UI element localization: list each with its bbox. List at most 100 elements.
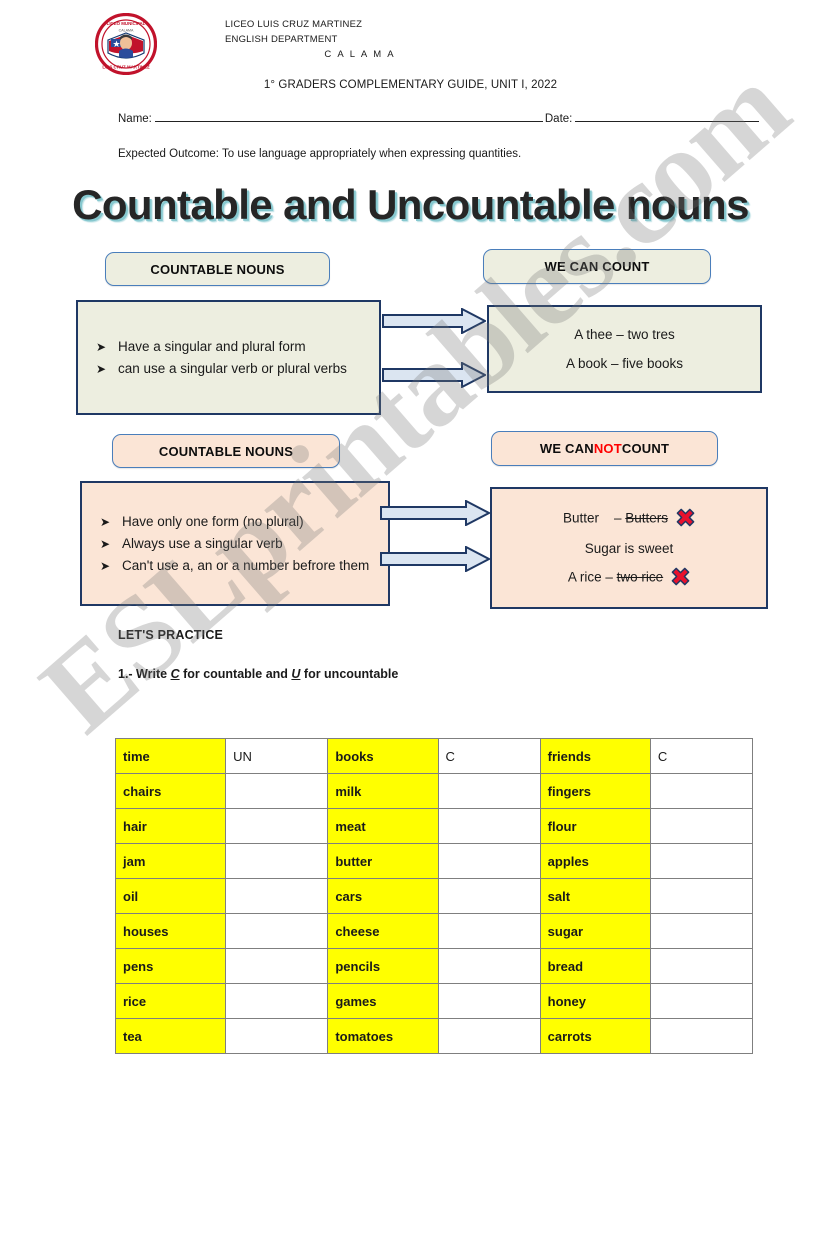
noun-cell: houses (114, 913, 227, 949)
countable-rules-list: ➤ Have a singular and plural form ➤ can … (78, 336, 379, 380)
noun-cell: pencils (327, 948, 439, 984)
noun-cell: tea (114, 1018, 227, 1054)
bullet-arrow-icon: ➤ (100, 514, 111, 529)
pill-countable-nouns-1: COUNTABLE NOUNS (105, 252, 330, 286)
date-input[interactable] (575, 110, 760, 122)
noun-cell: butter (327, 843, 439, 879)
bullet-arrow-icon: ➤ (100, 558, 111, 573)
practice-heading: LET'S PRACTICE (118, 628, 224, 642)
noun-cell: jam (114, 843, 227, 879)
countable-examples-list: A thee – two tres A book – five books (489, 327, 760, 371)
right-arrow-icon (382, 361, 488, 393)
noun-cell: fingers (539, 773, 651, 809)
pill-countable-nouns-2: COUNTABLE NOUNS (112, 434, 340, 468)
noun-cell: time (114, 738, 227, 774)
noun-cell: salt (539, 878, 651, 914)
answer-cell[interactable] (225, 808, 329, 844)
answer-cell[interactable] (437, 843, 541, 879)
answer-cell[interactable] (225, 773, 329, 809)
table-row: rice games honey (114, 983, 754, 1019)
guide-title: 1° GRADERS COMPLEMENTARY GUIDE, UNIT I, … (263, 79, 558, 91)
answer-cell[interactable] (437, 773, 541, 809)
name-date-row: Name: Date: (118, 110, 760, 125)
pill-label-emphasis: NOT (593, 441, 622, 456)
answer-cell[interactable] (649, 808, 754, 844)
noun-cell: cheese (327, 913, 439, 949)
noun-cell: tomatoes (327, 1018, 439, 1054)
noun-cell: hair (114, 808, 227, 844)
answer-cell[interactable] (649, 948, 754, 984)
right-arrow-icon (382, 307, 488, 339)
pill-label: COUNTABLE NOUNS (150, 261, 285, 277)
pill-label-suffix: COUNT (621, 441, 670, 456)
list-item-label: Always use a singular verb (122, 535, 283, 551)
answer-cell[interactable] (649, 983, 754, 1019)
list-item: ➤ Have a singular and plural form (94, 336, 371, 358)
answer-cell[interactable] (437, 1018, 541, 1054)
answer-cell[interactable]: C (437, 738, 541, 774)
answer-cell[interactable] (225, 1018, 329, 1054)
table-row: time UN books Cfriends C (114, 738, 754, 774)
bullet-arrow-icon: ➤ (100, 536, 111, 551)
noun-cell: pens (114, 948, 227, 984)
bullet-arrow-icon: ➤ (96, 339, 107, 354)
school-crest-icon: LICEO MUNICIPAL CALAMA LUIS CRUZ MARTINE… (94, 12, 158, 76)
answer-cell[interactable] (437, 878, 541, 914)
name-input[interactable] (154, 110, 543, 122)
noun-cell: cars (327, 878, 439, 914)
answer-cell[interactable] (437, 948, 541, 984)
answer-cell[interactable] (225, 843, 329, 879)
instruction-c-marker: C (170, 667, 180, 681)
answer-cell[interactable] (649, 878, 754, 914)
svg-text:LICEO MUNICIPAL: LICEO MUNICIPAL (107, 21, 146, 26)
answer-cell[interactable] (649, 843, 754, 879)
example-struck: two rice (616, 569, 664, 585)
pill-label-prefix: WE CAN (539, 441, 594, 456)
pill-we-can-count: WE CAN COUNT (483, 249, 711, 284)
answer-cell[interactable] (225, 878, 329, 914)
svg-text:CALAMA: CALAMA (119, 29, 134, 33)
noun-cell: bread (539, 948, 651, 984)
name-label: Name: (118, 113, 152, 125)
panel-countable-rules: ➤ Have a singular and plural form ➤ can … (76, 300, 381, 415)
school-name: LICEO LUIS CRUZ MARTINEZ (225, 19, 363, 30)
right-arrow-icon (380, 499, 492, 531)
red-x-icon (676, 508, 695, 530)
answer-cell[interactable] (225, 913, 329, 949)
pill-label: WE CAN COUNT (544, 259, 650, 274)
answer-cell[interactable]: UN (225, 738, 329, 774)
answer-cell[interactable] (649, 1018, 754, 1054)
right-arrow-icon (380, 545, 492, 577)
example-line: A thee – two tres (574, 327, 675, 342)
countable-uncountable-table: time UN books Cfriends Cchairs milk fingers hai… (114, 738, 754, 1054)
red-x-icon (671, 567, 690, 589)
example-line: A rice – two rice (492, 567, 766, 589)
example-correct: Butter (562, 510, 599, 526)
answer-cell[interactable] (649, 913, 754, 949)
city-name: C A L A M A (324, 49, 396, 60)
answer-cell[interactable] (225, 983, 329, 1019)
example-line: A book – five books (565, 356, 684, 371)
answer-cell[interactable]: C (649, 738, 754, 774)
example-struck: Butters (625, 510, 669, 526)
instruction-suffix: for uncountable (300, 667, 399, 681)
expected-outcome: Expected Outcome: To use language approp… (118, 148, 522, 160)
example-dash: – (613, 510, 622, 526)
answer-cell[interactable] (437, 913, 541, 949)
answer-cell[interactable] (225, 948, 329, 984)
noun-cell: friends (539, 738, 651, 774)
table-row: houses cheese sugar (114, 913, 754, 949)
school-identity-lines: LICEO LUIS CRUZ MARTINEZ ENGLISH DEPARTM… (225, 17, 555, 62)
page-title: Countable and Uncountable nouns (72, 181, 749, 228)
list-item: ➤ Have only one form (no plural) (98, 511, 380, 533)
example-line: Butter – Butters (492, 508, 766, 530)
table-row: hair meat flour (114, 808, 754, 844)
noun-cell: oil (114, 878, 227, 914)
uncountable-rules-list: ➤ Have only one form (no plural) ➤ Alway… (82, 511, 388, 577)
answer-cell[interactable] (437, 983, 541, 1019)
answer-cell[interactable] (437, 808, 541, 844)
table-row: tea tomatoes carrots (114, 1018, 754, 1054)
noun-cell: milk (327, 773, 439, 809)
noun-cell: meat (327, 808, 439, 844)
answer-cell[interactable] (649, 773, 754, 809)
